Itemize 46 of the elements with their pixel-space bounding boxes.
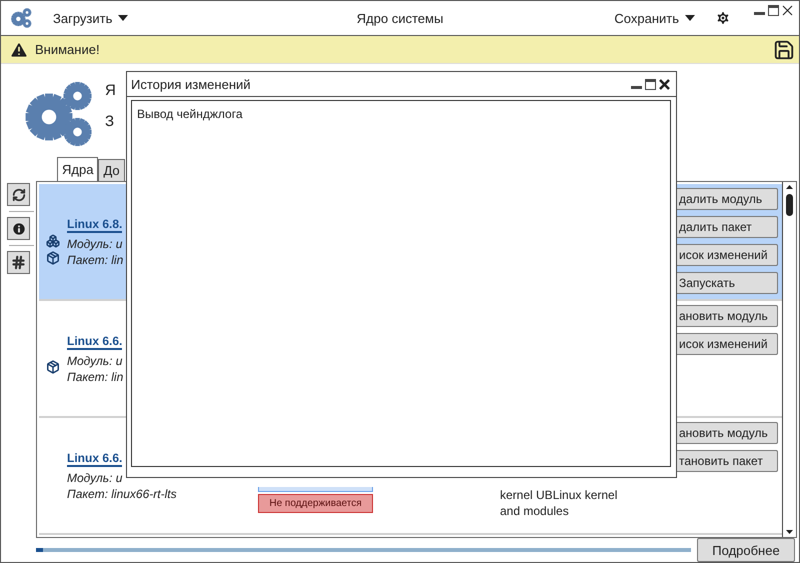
header-title: Я (105, 82, 116, 99)
status-badge: Не поддерживается (258, 494, 373, 513)
action-button[interactable]: далить модуль (674, 188, 778, 210)
save-menu[interactable]: Сохранить (610, 8, 699, 28)
changelog-text: Вывод чейнджлога (137, 107, 242, 121)
refresh-icon (12, 188, 26, 202)
caret-icon (118, 15, 128, 22)
refresh-button[interactable] (7, 183, 30, 206)
info-button[interactable] (7, 217, 30, 240)
scrollbar[interactable] (782, 182, 796, 537)
hash-button[interactable] (7, 251, 30, 274)
module-label: Модуль: u (67, 470, 124, 484)
app-logo-icon (11, 7, 33, 30)
action-button[interactable]: далить пакет (674, 216, 778, 238)
save-icon[interactable] (773, 38, 795, 61)
header-subtitle: З (105, 112, 116, 130)
package-label: Пакет: lin (67, 370, 124, 384)
load-menu[interactable]: Загрузить (49, 8, 132, 28)
module-label: Модуль: u (67, 354, 124, 368)
maximize-icon[interactable] (768, 5, 779, 16)
kernel-name-link[interactable]: Linux 6.6. (67, 450, 122, 466)
settings-icon[interactable] (715, 10, 731, 26)
kernel-name-link[interactable]: Linux 6.6. (67, 334, 122, 350)
details-button[interactable]: Подробнее (697, 538, 795, 562)
package-label: Пакет: linux66-rt-lts (67, 486, 178, 500)
close-icon[interactable] (659, 78, 670, 90)
action-button[interactable]: Запускать (674, 272, 778, 294)
tab[interactable]: Ядра (57, 157, 98, 182)
maximize-icon[interactable] (645, 78, 656, 90)
action-button[interactable]: ановить модуль (674, 305, 778, 327)
close-icon[interactable] (782, 5, 793, 16)
kernel-name-link[interactable]: Linux 6.8. (67, 216, 122, 232)
package-label: Пакет: lin (67, 252, 124, 266)
dialog-title: История изменений (131, 76, 251, 92)
hash-icon (11, 255, 26, 270)
caret-icon (685, 15, 695, 22)
action-button[interactable]: исок изменений (674, 333, 778, 355)
warning-text: Внимание! (35, 42, 100, 58)
action-button[interactable]: тановить пакет (674, 450, 778, 472)
window-title: Ядро системы (356, 10, 444, 26)
info-icon (10, 220, 26, 236)
kernel-description: kernel UBLinux kernel and modules (500, 487, 618, 519)
module-label: Модуль: u (67, 236, 124, 250)
tab[interactable]: До (98, 159, 125, 182)
action-button[interactable]: ановить модуль (674, 422, 778, 444)
action-button[interactable]: исок изменений (674, 244, 778, 266)
